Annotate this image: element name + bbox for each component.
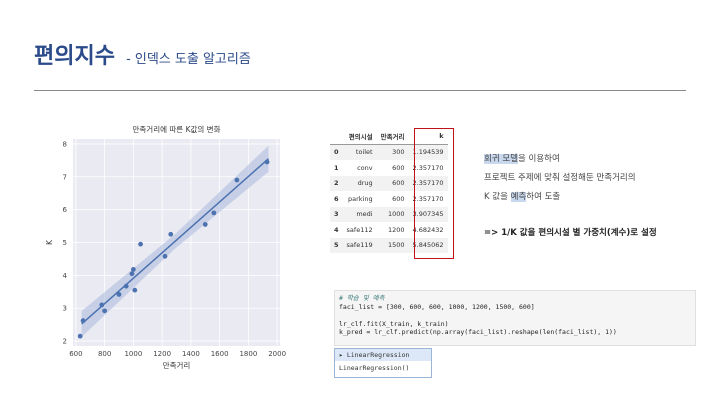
table-cell: conv: [357, 163, 373, 172]
conclusion-text: => 1/K 값을 편의시설 별 가중치(계수)로 설정: [484, 228, 657, 238]
table-cell: 600: [392, 163, 405, 172]
output-toggle[interactable]: ▸ LinearRegression: [335, 349, 431, 361]
table-cell: 0: [330, 144, 343, 160]
table-header-2: 만족거리: [376, 128, 409, 145]
data-point: [99, 302, 105, 308]
data-point: [77, 333, 83, 339]
data-point: [80, 318, 86, 324]
y-tick-label: 7: [63, 173, 67, 181]
data-point: [132, 287, 138, 293]
scatter-chart: 600 800 1000 1200 1400 1600 1800 2000 2 3 4 5 6 7 8 만족거…: [40, 115, 290, 375]
note-line-1-rest: 을 이용하여: [517, 154, 560, 164]
table-cell: 1: [334, 163, 339, 172]
note-line-3-pre: K 값을: [484, 192, 511, 202]
page-title: 편의지수 - 인덱스 도출 알고리즘: [34, 38, 251, 70]
data-point: [138, 241, 143, 247]
data-point: [130, 267, 136, 272]
code-cell[interactable]: # 학습 및 예측 faci_list = [300, 600, 600, 10…: [334, 290, 696, 346]
note-line-2: 프로젝트 주제에 맞춰 설정해둔 만족거리의: [484, 173, 636, 183]
table-cell: 6: [334, 194, 339, 203]
data-point: [168, 231, 174, 237]
data-point: [123, 283, 129, 289]
chart-svg: 600 800 1000 1200 1400 1600 1800 2000 2 3 4 5 6 7 8 만족거…: [45, 124, 286, 370]
title-main: 편의지수: [34, 44, 115, 69]
table-cell: safe119: [342, 237, 377, 253]
x-tick-label: 1400: [182, 350, 200, 358]
table-cell: 2: [330, 175, 343, 191]
note-line-3-post: 하여 도출: [526, 192, 561, 202]
y-tick-label: 6: [63, 206, 68, 214]
table-cell: 600: [376, 175, 409, 191]
table-header-0: [330, 128, 343, 145]
y-tick-label: 2: [63, 338, 67, 346]
chart-title: 만족거리에 따른 K값의 변화: [133, 124, 221, 134]
data-point: [202, 222, 208, 227]
data-point: [102, 308, 108, 314]
table-cell: 1000: [376, 206, 409, 222]
table-cell: drug: [342, 175, 377, 191]
table-cell: 600: [392, 194, 405, 203]
code-line-1: faci_list = [300, 600, 600, 1000, 1200, …: [339, 302, 535, 311]
output-text: LinearRegression(): [339, 364, 410, 372]
data-point: [211, 210, 217, 216]
table-cell: toilet: [342, 144, 377, 160]
table-cell: medi: [342, 206, 377, 222]
code-comment: # 학습 및 예측: [339, 294, 385, 302]
x-tick-label: 1000: [124, 350, 142, 358]
table-cell: 1200: [387, 225, 405, 234]
table-cell: 3: [330, 206, 343, 222]
k-column-highlight: [414, 128, 454, 259]
x-tick-label: 1600: [211, 350, 229, 358]
data-point: [264, 159, 270, 165]
note-line-1: 회귀 모델을 이용하여: [484, 150, 636, 169]
y-tick-label: 8: [63, 140, 67, 148]
code-line-2: lr_clf.fit(X_train, k_train): [339, 319, 449, 328]
table-cell: 5: [330, 237, 343, 253]
table-cell: 300: [376, 144, 409, 160]
title-subtitle: - 인덱스 도출 알고리즘: [126, 52, 251, 67]
code-line-3: k_pred = lr_clf.predict(np.array(faci_li…: [339, 328, 617, 336]
x-tick-label: 2000: [268, 350, 286, 358]
x-axis-label: 만족거리: [163, 361, 191, 370]
y-axis-label: K: [45, 239, 54, 245]
y-tick-label: 4: [63, 272, 68, 280]
data-point: [129, 271, 135, 277]
note-line-3: K 값을 예측하여 도출: [484, 188, 636, 207]
highlight-predict: 예측: [510, 192, 527, 202]
table-cell: safe112: [346, 225, 373, 234]
table-cell: 1500: [376, 237, 409, 253]
table-cell: 4: [334, 225, 339, 234]
y-tick-label: 3: [63, 305, 67, 313]
data-point: [116, 292, 122, 297]
data-point: [162, 253, 168, 259]
output-cell: ▸ LinearRegression LinearRegression(): [334, 348, 432, 378]
x-tick-label: 1200: [153, 350, 171, 358]
x-tick-label: 1800: [239, 350, 257, 358]
data-point: [234, 177, 240, 183]
x-tick-label: 600: [69, 350, 82, 358]
highlight-regression-model: 회귀 모델: [484, 154, 518, 164]
explanation-text: 회귀 모델을 이용하여 프로젝트 주제에 맞춰 설정해둔 만족거리의 K 값을 …: [484, 150, 636, 207]
x-tick-label: 800: [98, 350, 111, 358]
table-header-1: 편의시설: [342, 128, 377, 145]
table-cell: parking: [348, 194, 373, 203]
divider: [34, 90, 686, 91]
y-tick-label: 5: [63, 239, 67, 247]
